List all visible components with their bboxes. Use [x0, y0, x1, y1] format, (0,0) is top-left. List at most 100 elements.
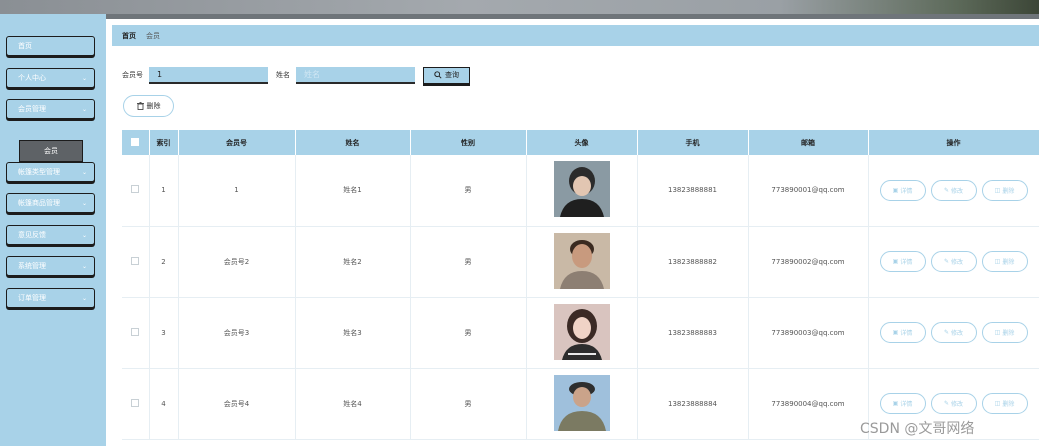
avatar	[553, 303, 610, 360]
batch-delete-button[interactable]: 删除	[123, 95, 174, 117]
cell-name: 姓名2	[295, 226, 411, 298]
table-row: 2 会员号2 姓名2 男 13823888882 773890002@qq.co…	[122, 226, 1039, 298]
sidebar: 首页 个人中心 ⌄ 会员管理 ⌄ 会员 帐篷类型管理 ⌄ 帐篷商品管理 ⌄ 意见…	[0, 14, 106, 446]
sidebar-item-label: 会员管理	[18, 105, 46, 113]
row-actions: ▣ 详情 ✎ 修改 ◫ 删除	[869, 322, 1039, 343]
sidebar-item-label: 帐篷商品管理	[18, 199, 60, 207]
chevron-down-icon: ⌄	[81, 199, 87, 207]
chevron-down-icon: ⌄	[81, 294, 87, 302]
select-all-checkbox[interactable]	[131, 137, 140, 146]
row-actions: ▣ 详情 ✎ 修改 ◫ 删除	[869, 251, 1039, 272]
avatar	[553, 232, 610, 289]
breadcrumb: 首页 会员	[112, 25, 1039, 46]
sidebar-item-label: 意见反馈	[18, 231, 46, 239]
breadcrumb-home[interactable]: 首页	[122, 31, 136, 41]
cell-name: 姓名4	[295, 368, 411, 440]
chevron-down-icon: ⌄	[81, 168, 87, 176]
search-button-label: 查询	[445, 71, 459, 79]
table-row: 3 会员号3 姓名3 男 13823888883 773890003@qq.co…	[122, 297, 1039, 369]
cell-name: 姓名1	[295, 155, 411, 227]
header-member-no: 会员号	[178, 130, 296, 155]
sidebar-item-label: 帐篷类型管理	[18, 168, 60, 176]
sidebar-item-label: 系统管理	[18, 262, 46, 270]
cell-index: 1	[149, 155, 179, 227]
cell-index: 2	[149, 226, 179, 298]
pencil-icon: ✎	[943, 329, 949, 336]
cell-phone: 13823888882	[637, 226, 749, 298]
row-checkbox[interactable]	[131, 185, 140, 194]
trash-icon: ◫	[994, 258, 1001, 265]
detail-icon: ▣	[892, 258, 899, 265]
sidebar-item-feedback[interactable]: 意见反馈 ⌄	[6, 225, 95, 245]
row-checkbox[interactable]	[131, 398, 140, 407]
cell-gender: 男	[410, 297, 527, 369]
delete-button[interactable]: ◫ 删除	[981, 179, 1028, 201]
cell-email: 773890002@qq.com	[748, 226, 869, 298]
header-actions: 操作	[868, 130, 1039, 155]
sidebar-item-tent-goods-management[interactable]: 帐篷商品管理 ⌄	[6, 193, 95, 213]
header-email: 邮箱	[748, 130, 869, 155]
chevron-down-icon: ⌄	[81, 105, 87, 113]
sidebar-item-system-management[interactable]: 系统管理 ⌄	[6, 256, 95, 276]
header-select-all[interactable]	[122, 130, 150, 155]
sidebar-item-personal-center[interactable]: 个人中心 ⌄	[6, 68, 95, 88]
cell-member-no: 会员号3	[178, 297, 296, 369]
cell-email: 773890004@qq.com	[748, 368, 869, 440]
main-content: 首页 会员 会员号 姓名 查询 删除	[106, 19, 1039, 446]
cell-member-no: 1	[178, 155, 296, 227]
row-checkbox[interactable]	[131, 327, 140, 336]
table-header-row: 索引 会员号 姓名 性别 头像 手机 邮箱 操作	[122, 130, 1039, 155]
sidebar-item-label: 首页	[18, 42, 32, 50]
edit-button[interactable]: ✎ 修改	[930, 179, 977, 201]
row-checkbox[interactable]	[131, 256, 140, 265]
cell-index: 3	[149, 297, 179, 369]
cell-index: 4	[149, 368, 179, 440]
trash-icon: ◫	[994, 186, 1001, 194]
batch-delete-label: 删除	[146, 102, 161, 110]
search-icon	[434, 71, 442, 79]
detail-button[interactable]: ▣ 详情	[879, 393, 926, 414]
trash-icon: ◫	[994, 329, 1001, 336]
pencil-icon: ✎	[943, 400, 949, 407]
detail-icon: ▣	[892, 329, 899, 336]
pencil-icon: ✎	[943, 258, 949, 265]
search-button[interactable]: 查询	[423, 66, 470, 84]
cell-member-no: 会员号4	[178, 368, 296, 440]
search-form: 会员号 姓名 查询	[122, 65, 470, 85]
trash-icon	[136, 102, 144, 110]
cell-gender: 男	[410, 368, 527, 440]
detail-button[interactable]: ▣ 详情	[879, 251, 926, 272]
member-no-input[interactable]	[149, 66, 268, 84]
cell-name: 姓名3	[295, 297, 411, 369]
sidebar-item-member-management[interactable]: 会员管理 ⌄	[6, 99, 95, 119]
name-label: 姓名	[276, 71, 290, 79]
cell-gender: 男	[410, 226, 527, 298]
delete-button[interactable]: ◫ 删除	[981, 251, 1028, 272]
cell-email: 773890001@qq.com	[748, 155, 869, 227]
header-index: 索引	[149, 130, 179, 155]
cell-phone: 13823888884	[637, 368, 749, 440]
sidebar-item-tent-type-management[interactable]: 帐篷类型管理 ⌄	[6, 162, 95, 182]
chevron-down-icon: ⌄	[81, 74, 87, 82]
sidebar-item-home[interactable]: 首页	[6, 36, 95, 56]
edit-button[interactable]: ✎ 修改	[930, 251, 977, 272]
sidebar-item-label: 个人中心	[18, 74, 46, 82]
trash-icon: ◫	[994, 400, 1001, 407]
delete-button[interactable]: ◫ 删除	[981, 393, 1028, 414]
detail-button[interactable]: ▣ 详情	[879, 322, 926, 343]
pencil-icon: ✎	[943, 186, 949, 194]
header-name: 姓名	[295, 130, 411, 155]
row-actions: ▣ 详情 ✎ 修改 ◫ 删除	[869, 393, 1039, 414]
header-phone: 手机	[637, 130, 749, 155]
sidebar-item-order-management[interactable]: 订单管理 ⌄	[6, 288, 95, 308]
member-table: 索引 会员号 姓名 性别 头像 手机 邮箱 操作 1 1 姓名1 男 13823…	[122, 130, 1039, 440]
avatar	[553, 374, 610, 431]
name-input[interactable]	[296, 66, 415, 84]
cell-gender: 男	[410, 155, 527, 227]
detail-button[interactable]: ▣ 详情	[879, 179, 926, 201]
edit-button[interactable]: ✎ 修改	[930, 322, 977, 343]
edit-button[interactable]: ✎ 修改	[930, 393, 977, 414]
sidebar-subitem-member[interactable]: 会员	[19, 140, 83, 162]
header-avatar: 头像	[526, 130, 638, 155]
delete-button[interactable]: ◫ 删除	[981, 322, 1028, 343]
